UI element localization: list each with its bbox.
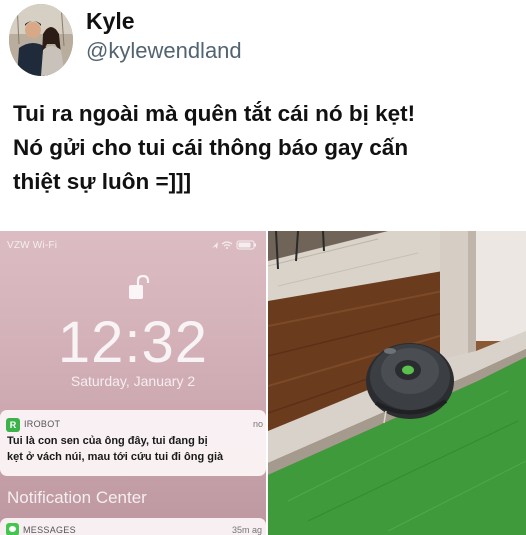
tweet-line: Tui ra ngoài mà quên tắt cái nó bị kẹt! xyxy=(13,101,416,126)
avatar-photo xyxy=(9,4,73,76)
unlock-icon xyxy=(129,275,150,299)
tweet-line: Nó gửi cho tui cái thông báo gay cấn xyxy=(13,135,409,160)
lock-screen-image[interactable]: VZW Wi-Fi 12:32 Saturday, January 2 R IR… xyxy=(0,231,266,535)
author-name[interactable]: Kyle xyxy=(86,8,135,35)
author-handle[interactable]: @kylewendland xyxy=(86,38,242,64)
notification-center-label: Notification Center xyxy=(7,488,147,507)
robot-vacuum-photo[interactable] xyxy=(268,231,526,535)
battery-icon xyxy=(236,240,256,250)
notification-line: kẹt ở vách núi, mau tới cứu tui đi ông g… xyxy=(7,451,224,463)
clock-time: 12:32 xyxy=(57,310,209,375)
irobot-notification[interactable]: R IROBOT no Tui là con sen của ông đây, … xyxy=(0,410,266,476)
tweet-header: Kyle @kylewendland xyxy=(0,0,526,90)
tweet-line: thiệt sự luôn =]]] xyxy=(13,169,192,194)
messages-app-icon xyxy=(6,523,19,535)
location-icon xyxy=(212,242,218,249)
notification-time: no xyxy=(252,419,263,429)
wifi-icon xyxy=(221,241,233,249)
carrier-label: VZW Wi-Fi xyxy=(7,240,58,251)
notification-line: Tui là con sen của ông đây, tui đang bị xyxy=(7,435,208,447)
avatar[interactable] xyxy=(9,4,73,76)
robot-vacuum-scene xyxy=(268,231,526,535)
clock-date: Saturday, January 2 xyxy=(70,373,196,389)
messages-notification[interactable]: MESSAGES 35m ag xyxy=(0,518,266,535)
tweet-text: Tui ra ngoài mà quên tắt cái nó bị kẹt! … xyxy=(13,97,519,199)
messages-time: 35m ag xyxy=(231,525,262,535)
notification-body: Tui là con sen của ông đây, tui đang bị … xyxy=(7,433,263,465)
irobot-app-icon: R xyxy=(6,418,20,432)
status-icons xyxy=(212,240,256,250)
messages-app-name: MESSAGES xyxy=(23,525,76,535)
notification-app-name: IROBOT xyxy=(24,419,61,429)
